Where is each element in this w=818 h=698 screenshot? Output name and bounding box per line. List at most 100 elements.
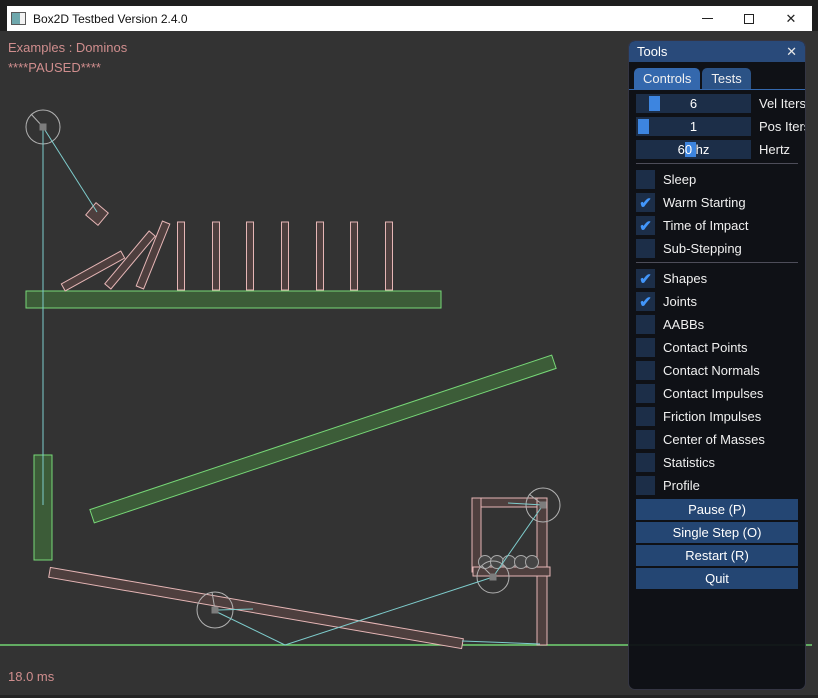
joint-line	[462, 641, 540, 644]
dynamic-box[interactable]	[136, 221, 170, 289]
dynamic-box[interactable]	[351, 222, 358, 290]
checkbox-statistics[interactable]: Statistics	[636, 453, 798, 472]
minimize-button[interactable]	[686, 6, 728, 31]
button-single-step-o[interactable]: Single Step (O)	[636, 522, 798, 543]
title-bar[interactable]: Box2D Testbed Version 2.4.0 ✕	[7, 6, 812, 31]
ball-shape[interactable]	[526, 556, 539, 569]
checkbox-label: Friction Impulses	[663, 409, 761, 424]
joint-anchor	[212, 607, 219, 614]
checkbox-box[interactable]	[636, 170, 655, 189]
slider-value: 1	[636, 117, 751, 136]
slider-label: Vel Iters	[759, 96, 806, 111]
joint-anchor	[540, 502, 547, 509]
panel-close-icon[interactable]: ✕	[786, 45, 797, 58]
slider-hertz[interactable]: 60 hz	[636, 140, 751, 159]
checkbox-label: Sleep	[663, 172, 696, 187]
close-button[interactable]: ✕	[770, 6, 812, 31]
dynamic-box[interactable]	[86, 203, 109, 226]
checkmark-icon[interactable]: ✔	[636, 292, 655, 311]
checkbox-box[interactable]	[636, 361, 655, 380]
frame-time-status: 18.0 ms	[8, 669, 54, 684]
dynamic-box[interactable]	[49, 567, 464, 648]
checkbox-joints[interactable]: ✔Joints	[636, 292, 798, 311]
example-caption: Examples : Dominos	[8, 40, 127, 55]
slider-value: 6	[636, 94, 751, 113]
button-group: Pause (P)Single Step (O)Restart (R)Quit	[636, 499, 798, 589]
tools-panel: Tools ✕ ControlsTests 6Vel Iters1Pos Ite…	[628, 40, 806, 690]
slider-pos-iters[interactable]: 1	[636, 117, 751, 136]
paused-caption: ****PAUSED****	[8, 60, 101, 75]
dynamic-box[interactable]	[472, 498, 545, 507]
checkbox-label: Statistics	[663, 455, 715, 470]
joint-anchor	[490, 574, 497, 581]
button-restart-r[interactable]: Restart (R)	[636, 545, 798, 566]
checkbox-aabbs[interactable]: AABBs	[636, 315, 798, 334]
checkbox-group-simulation: Sleep ✔ Warm Starting ✔ Time of Impact Sub-St…	[636, 170, 798, 258]
close-icon: ✕	[786, 12, 797, 25]
separator	[636, 163, 798, 164]
minimize-icon	[702, 18, 713, 19]
checkmark-icon[interactable]: ✔	[636, 193, 655, 212]
checkbox-group-draw: ✔ Shapes ✔Joints AABBs Contact Points Contact…	[636, 269, 798, 495]
joint-line	[217, 612, 285, 645]
tab-bar: ControlsTests	[629, 62, 805, 90]
tab-tests[interactable]: Tests	[702, 68, 750, 89]
checkmark-icon[interactable]: ✔	[636, 216, 655, 235]
checkbox-label: AABBs	[663, 317, 704, 332]
checkbox-sub-stepping[interactable]: Sub-Stepping	[636, 239, 798, 258]
slider-row-pos-iters: 1Pos Iters	[636, 117, 798, 136]
checkbox-contact-impulses[interactable]: Contact Impulses	[636, 384, 798, 403]
slider-label: Pos Iters	[759, 119, 806, 134]
static-box	[26, 291, 441, 308]
checkbox-box[interactable]	[636, 453, 655, 472]
joint-anchor	[40, 124, 47, 131]
checkbox-box[interactable]	[636, 384, 655, 403]
button-pause-p[interactable]: Pause (P)	[636, 499, 798, 520]
slider-value: 60 hz	[636, 140, 751, 159]
slider-vel-iters[interactable]: 6	[636, 94, 751, 113]
tools-panel-header[interactable]: Tools ✕	[629, 41, 805, 62]
checkbox-label: Warm Starting	[663, 195, 746, 210]
tab-controls[interactable]: Controls	[634, 68, 700, 89]
checkbox-box[interactable]	[636, 476, 655, 495]
button-quit[interactable]: Quit	[636, 568, 798, 589]
slider-row-vel-iters: 6Vel Iters	[636, 94, 798, 113]
separator	[636, 262, 798, 263]
checkbox-label: Center of Masses	[663, 432, 765, 447]
dynamic-box[interactable]	[247, 222, 254, 290]
panel-title: Tools	[637, 44, 667, 59]
checkmark-icon[interactable]: ✔	[636, 269, 655, 288]
slider-row-hertz: 60 hzHertz	[636, 140, 798, 159]
dynamic-box[interactable]	[213, 222, 220, 290]
checkbox-label: Sub-Stepping	[663, 241, 742, 256]
dynamic-box[interactable]	[178, 222, 185, 290]
checkbox-shapes[interactable]: ✔ Shapes	[636, 269, 798, 288]
checkbox-box[interactable]	[636, 239, 655, 258]
checkbox-center-of-masses[interactable]: Center of Masses	[636, 430, 798, 449]
checkbox-label: Profile	[663, 478, 700, 493]
checkbox-label: Contact Normals	[663, 363, 760, 378]
checkbox-contact-normals[interactable]: Contact Normals	[636, 361, 798, 380]
checkbox-label: Time of Impact	[663, 218, 748, 233]
box2d-testbed-window: { "window": { "title": "Box2D Testbed Ve…	[0, 0, 818, 698]
app-icon	[11, 12, 26, 25]
checkbox-profile[interactable]: Profile	[636, 476, 798, 495]
checkbox-box[interactable]	[636, 315, 655, 334]
checkbox-box[interactable]	[636, 430, 655, 449]
checkbox-warm-starting[interactable]: ✔ Warm Starting	[636, 193, 798, 212]
slider-group: 6Vel Iters 1Pos Iters 60 hzHertz	[636, 94, 798, 159]
dynamic-box[interactable]	[282, 222, 289, 290]
checkbox-label: Shapes	[663, 271, 707, 286]
checkbox-sleep[interactable]: Sleep	[636, 170, 798, 189]
checkbox-label: Contact Impulses	[663, 386, 763, 401]
dynamic-box[interactable]	[386, 222, 393, 290]
checkbox-box[interactable]	[636, 407, 655, 426]
checkbox-friction-impulses[interactable]: Friction Impulses	[636, 407, 798, 426]
joint-line	[43, 127, 97, 212]
dynamic-box[interactable]	[317, 222, 324, 290]
checkbox-label: Contact Points	[663, 340, 748, 355]
checkbox-box[interactable]	[636, 338, 655, 357]
checkbox-contact-points[interactable]: Contact Points	[636, 338, 798, 357]
checkbox-time-of-impact[interactable]: ✔ Time of Impact	[636, 216, 798, 235]
maximize-button[interactable]	[728, 6, 770, 31]
